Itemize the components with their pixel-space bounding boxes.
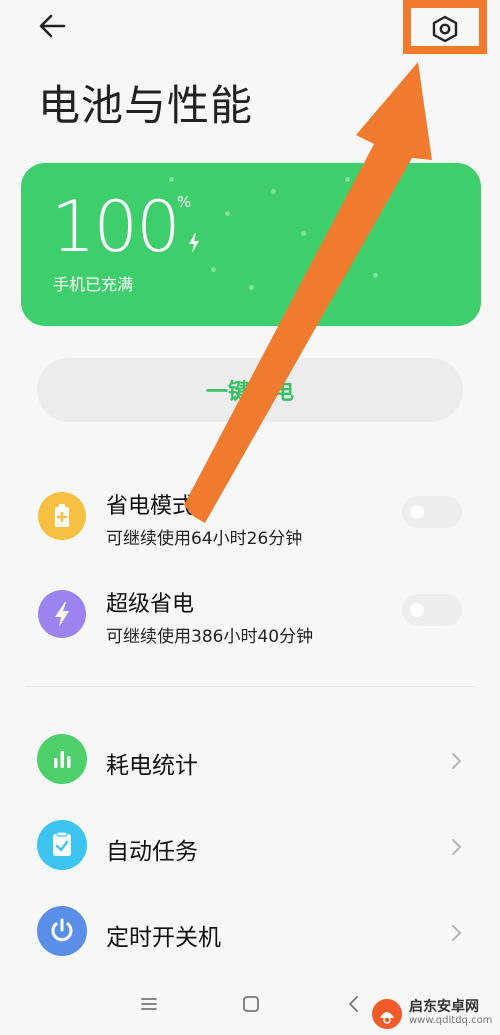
mode-title: 超级省电 bbox=[106, 592, 195, 617]
mode-title: 省电模式 bbox=[106, 494, 195, 519]
battery-status-text: 手机已充满 bbox=[53, 275, 134, 294]
clipboard-check-icon bbox=[37, 820, 87, 870]
mode-remaining-time: 可继续使用386小时40分钟 bbox=[106, 627, 314, 647]
arrow-left-icon[interactable] bbox=[34, 8, 74, 44]
one-tap-save-button[interactable]: 一键省电 bbox=[37, 358, 463, 422]
menu-item-power-stats[interactable]: 耗电统计 bbox=[0, 724, 500, 794]
mode-remaining-time: 可继续使用64小时26分钟 bbox=[106, 529, 303, 549]
lightning-bolt-icon bbox=[189, 233, 199, 253]
settings-hex-gear-icon[interactable] bbox=[427, 12, 463, 46]
menu-item-label: 定时开关机 bbox=[106, 925, 221, 951]
home-square-icon[interactable] bbox=[240, 993, 262, 1015]
page-title: 电池与性能 bbox=[38, 81, 254, 130]
watermark-url: www.qdltdq.com bbox=[409, 1015, 493, 1026]
watermark: 启东安卓网 www.qdltdq.com bbox=[371, 996, 496, 1032]
power-icon bbox=[37, 906, 87, 956]
bar-chart-icon bbox=[37, 734, 87, 784]
top-bar bbox=[0, 0, 500, 56]
menu-item-scheduled-power[interactable]: 定时开关机 bbox=[0, 896, 500, 966]
battery-level: 100 bbox=[51, 186, 181, 268]
power-saving-mode-row[interactable]: 省电模式 可继续使用64小时26分钟 bbox=[0, 482, 500, 562]
chevron-right-icon bbox=[452, 839, 461, 855]
watermark-logo-icon bbox=[372, 999, 402, 1029]
menu-item-label: 自动任务 bbox=[106, 839, 198, 865]
battery-status-card: 100 % 手机已充满 bbox=[21, 163, 481, 326]
chevron-right-icon bbox=[452, 925, 461, 941]
menu-icon[interactable] bbox=[138, 993, 160, 1015]
menu-item-auto-tasks[interactable]: 自动任务 bbox=[0, 810, 500, 880]
battery-plus-icon bbox=[38, 492, 86, 540]
back-chevron-icon[interactable] bbox=[343, 993, 365, 1015]
ultra-saving-toggle[interactable] bbox=[402, 594, 462, 626]
power-saving-toggle[interactable] bbox=[402, 496, 462, 528]
divider bbox=[26, 686, 476, 687]
menu-item-label: 耗电统计 bbox=[106, 753, 198, 779]
lightning-bolt-icon bbox=[38, 590, 86, 638]
chevron-right-icon bbox=[452, 753, 461, 769]
settings-highlight-box bbox=[403, 0, 487, 54]
watermark-name: 启东安卓网 bbox=[409, 999, 479, 1015]
ultra-saving-mode-row[interactable]: 超级省电 可继续使用386小时40分钟 bbox=[0, 580, 500, 660]
battery-percent-unit: % bbox=[177, 193, 192, 211]
